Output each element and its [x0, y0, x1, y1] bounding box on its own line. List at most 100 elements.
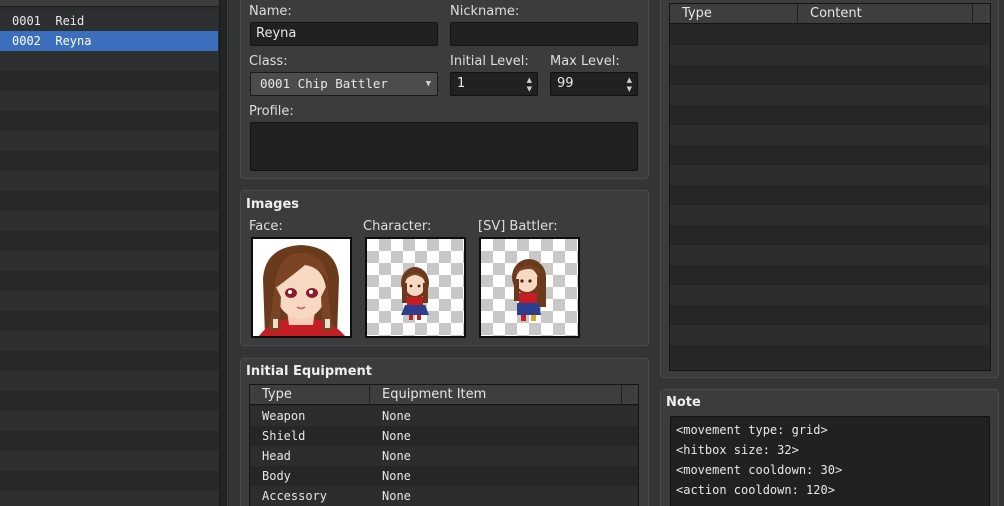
spin-down-icon[interactable]: ▼: [527, 85, 532, 93]
table-row[interactable]: [670, 245, 990, 265]
actor-list-empty-row[interactable]: [0, 211, 218, 231]
note-textarea[interactable]: <movement type: grid> <hitbox size: 32> …: [670, 416, 990, 506]
table-row[interactable]: Weapon None: [250, 406, 638, 426]
table-row[interactable]: [670, 265, 990, 285]
dropdown-arrow-icon: ▼: [425, 79, 431, 89]
actor-list-empty-row[interactable]: [0, 91, 218, 111]
table-row[interactable]: [670, 325, 990, 345]
table-row[interactable]: [670, 205, 990, 225]
max-level-spinbox[interactable]: 99 ▲ ▼: [550, 72, 638, 96]
actor-list-empty-row[interactable]: [0, 271, 218, 291]
actor-list-empty-row[interactable]: [0, 51, 218, 71]
equip-item: None: [382, 409, 411, 423]
face-image-button[interactable]: [251, 237, 352, 338]
table-row[interactable]: Shield None: [250, 426, 638, 446]
equipment-table-header: Type Equipment Item: [250, 385, 638, 405]
character-image-button[interactable]: [365, 237, 466, 338]
table-row[interactable]: [670, 45, 990, 65]
initial-equipment-title: Initial Equipment: [246, 364, 373, 379]
face-portrait: [253, 239, 350, 336]
table-row[interactable]: [670, 225, 990, 245]
equipment-table: Type Equipment Item Weapon None Shield N…: [249, 384, 639, 506]
table-row[interactable]: Accessory None: [250, 486, 638, 506]
table-row[interactable]: [670, 85, 990, 105]
traits-group: Type Content: [660, 0, 999, 378]
column-header-equipment-item[interactable]: Equipment Item: [370, 385, 622, 405]
face-label: Face:: [249, 219, 283, 234]
actor-list-item[interactable]: 0001 Reid: [0, 11, 218, 31]
table-row[interactable]: Head None: [250, 446, 638, 466]
table-row[interactable]: [670, 185, 990, 205]
column-header-type[interactable]: Type: [670, 4, 798, 24]
actor-list-empty-row[interactable]: [0, 411, 218, 431]
equip-type: Accessory: [262, 489, 328, 503]
table-row[interactable]: [670, 125, 990, 145]
spin-up-icon[interactable]: ▲: [627, 76, 632, 84]
equip-type: Head: [262, 449, 291, 463]
actor-list-empty-row[interactable]: [0, 491, 218, 506]
actor-list-empty-row[interactable]: [0, 251, 218, 271]
equip-item: None: [382, 449, 411, 463]
character-label: Character:: [363, 219, 432, 234]
actor-list-empty-row[interactable]: [0, 431, 218, 451]
actor-list-header: [0, 0, 219, 7]
character-sprite: [367, 239, 464, 336]
actor-list-empty-row[interactable]: [0, 451, 218, 471]
equip-item: None: [382, 489, 411, 503]
profile-label: Profile:: [249, 104, 294, 119]
actor-list-empty-row[interactable]: [0, 151, 218, 171]
battler-label: [SV] Battler:: [478, 219, 558, 234]
column-header-content[interactable]: Content: [798, 4, 973, 24]
initial-level-value: 1: [457, 76, 466, 91]
actor-list-empty-row[interactable]: [0, 471, 218, 491]
table-row[interactable]: [670, 165, 990, 185]
table-row[interactable]: [670, 285, 990, 305]
actor-list-empty-row[interactable]: [0, 71, 218, 91]
actor-list-empty-row[interactable]: [0, 191, 218, 211]
initial-level-spinbox[interactable]: 1 ▲ ▼: [450, 72, 538, 96]
images-group: Images Face: Character: [SV] Battler:: [240, 190, 649, 346]
table-row[interactable]: [670, 305, 990, 325]
table-row[interactable]: [670, 345, 990, 365]
actor-list-empty-row[interactable]: [0, 131, 218, 151]
actor-list-empty-row[interactable]: [0, 331, 218, 351]
splitter-handle[interactable]: [219, 0, 228, 506]
actor-list-empty-row[interactable]: [0, 291, 218, 311]
actor-list-empty-row[interactable]: [0, 111, 218, 131]
class-dropdown[interactable]: 0001 Chip Battler ▼: [250, 72, 438, 96]
actor-list-empty-row[interactable]: [0, 311, 218, 331]
battler-sprite: [481, 239, 578, 336]
note-line: <movement type: grid>: [676, 423, 828, 437]
actor-list-empty-row[interactable]: [0, 171, 218, 191]
name-label: Name:: [249, 4, 292, 19]
actor-list-panel: 0001 Reid 0002 Reyna: [0, 0, 219, 506]
class-dropdown-value: 0001 Chip Battler: [260, 76, 388, 91]
note-group: Note <movement type: grid> <hitbox size:…: [660, 389, 999, 506]
actor-list-empty-row[interactable]: [0, 371, 218, 391]
table-row[interactable]: [670, 65, 990, 85]
note-line: <hitbox size: 32>: [676, 443, 799, 457]
equip-type: Body: [262, 469, 291, 483]
traits-table-header: Type Content: [670, 4, 990, 24]
table-row[interactable]: Body None: [250, 466, 638, 486]
note-line: <movement cooldown: 30>: [676, 463, 843, 477]
spin-up-icon[interactable]: ▲: [527, 76, 532, 84]
table-row[interactable]: [670, 145, 990, 165]
equip-type: Weapon: [262, 409, 306, 423]
general-settings-group: Name: Reyna Nickname: Class: 0001 Chip B…: [240, 0, 649, 179]
column-header-type[interactable]: Type: [250, 385, 370, 405]
actor-list-empty-row[interactable]: [0, 231, 218, 251]
name-input[interactable]: Reyna: [250, 22, 438, 46]
traits-table: Type Content: [669, 3, 991, 371]
actor-list-item-selected[interactable]: 0002 Reyna: [0, 31, 218, 51]
actor-list-empty-row[interactable]: [0, 391, 218, 411]
profile-textarea[interactable]: [250, 122, 638, 171]
max-level-value: 99: [557, 76, 574, 91]
actor-list-empty-row[interactable]: [0, 351, 218, 371]
nickname-input[interactable]: [450, 22, 638, 46]
battler-image-button[interactable]: [479, 237, 580, 338]
spin-down-icon[interactable]: ▼: [627, 85, 632, 93]
table-row[interactable]: [670, 105, 990, 125]
table-row[interactable]: [670, 25, 990, 45]
note-title: Note: [666, 395, 701, 410]
